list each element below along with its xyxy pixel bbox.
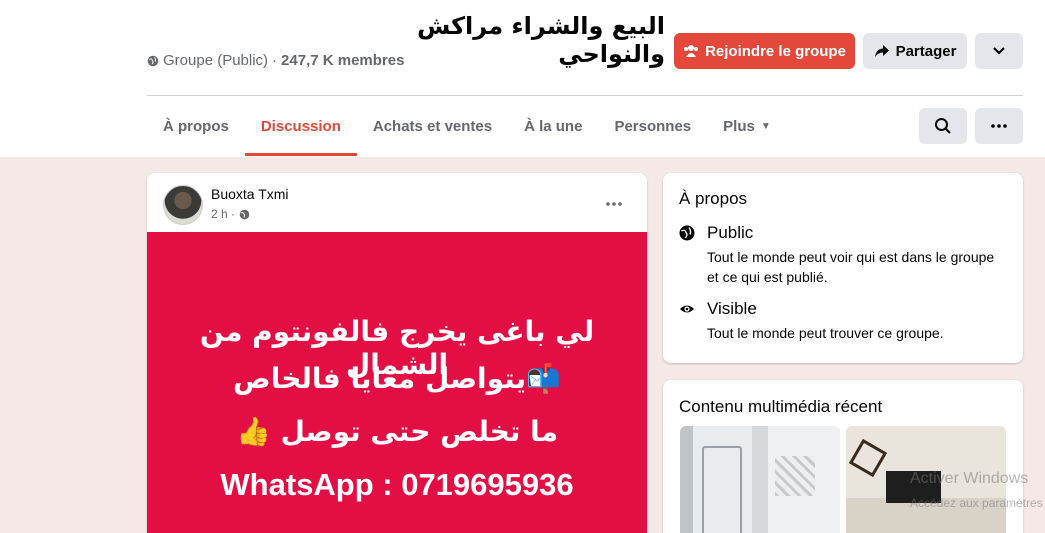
post-text-line: ما تخلص حتى توصل 👍 [235, 415, 559, 448]
feed-post: Buoxta Txmi 2 h · لي باغى يخرج فالفونتوم… [147, 173, 647, 533]
more-options-button[interactable] [975, 33, 1023, 69]
member-count[interactable]: 247,7 K membres [281, 52, 404, 69]
ellipsis-icon [991, 124, 1007, 128]
tab-buy-sell[interactable]: Achats et ventes [357, 96, 508, 156]
search-button[interactable] [919, 108, 967, 144]
eye-icon [680, 305, 694, 313]
about-card-title: À propos [679, 189, 748, 208]
post-whatsapp-line: WhatsApp : 0719695936 [220, 467, 574, 502]
globe-icon [147, 55, 159, 66]
post-image[interactable]: لي باغى يخرج فالفونتوم من الشمال 📬يتواصل… [147, 232, 647, 533]
globe-icon [239, 209, 250, 219]
post-options-button[interactable] [599, 189, 629, 219]
tab-featured[interactable]: À la une [508, 96, 598, 156]
post-timestamp[interactable]: 2 h · [211, 207, 235, 221]
recent-media-card: Contenu multimédia récent [663, 380, 1023, 533]
windows-activation-watermark: Activer Windows [910, 470, 1029, 487]
chevron-down-icon [993, 47, 1005, 55]
author-avatar[interactable] [163, 185, 203, 225]
group-meta: Groupe (Public) · 247,7 K membres [147, 52, 404, 69]
media-thumbnail[interactable] [680, 426, 840, 533]
search-icon [935, 118, 951, 134]
tab-about[interactable]: À propos [147, 96, 245, 156]
group-header: البيع والشراء مراكش والنواحي Groupe (Pub… [0, 0, 1045, 157]
visible-title: Visible [707, 299, 757, 318]
group-tabs: À propos Discussion Achats et ventes À l… [147, 96, 787, 156]
ellipsis-icon [606, 202, 622, 206]
tab-people[interactable]: Personnes [598, 96, 707, 156]
tab-discussion[interactable]: Discussion [244, 96, 357, 156]
globe-icon [679, 225, 695, 241]
windows-activation-subtext: Accédez aux paramètres [910, 496, 1043, 510]
group-privacy: Groupe (Public) [163, 52, 269, 69]
share-button[interactable]: Partager [863, 33, 967, 69]
post-time: 2 h · [211, 207, 250, 221]
public-title: Public [707, 223, 754, 242]
share-arrow-icon [874, 45, 889, 57]
public-description: Tout le monde peut voir qui est dans le … [707, 249, 995, 285]
recent-media-title: Contenu multimédia récent [679, 397, 883, 416]
about-card: À propos Public Tout le monde peut voir … [663, 173, 1023, 363]
tab-more[interactable]: Plus ▼ [707, 96, 787, 156]
post-author[interactable]: Buoxta Txmi [211, 186, 289, 202]
caret-down-icon: ▼ [760, 120, 771, 132]
share-label: Partager [895, 42, 957, 60]
join-group-label: Rejoindre le groupe [705, 42, 846, 60]
post-text-line: 📬يتواصل معايا فالخاص [233, 362, 561, 395]
meta-separator: · [272, 52, 278, 69]
visible-description: Tout le monde peut trouver ce groupe. [707, 325, 944, 341]
more-actions-button[interactable] [975, 108, 1023, 144]
group-people-icon [684, 45, 699, 57]
join-group-button[interactable]: Rejoindre le groupe [674, 33, 855, 69]
